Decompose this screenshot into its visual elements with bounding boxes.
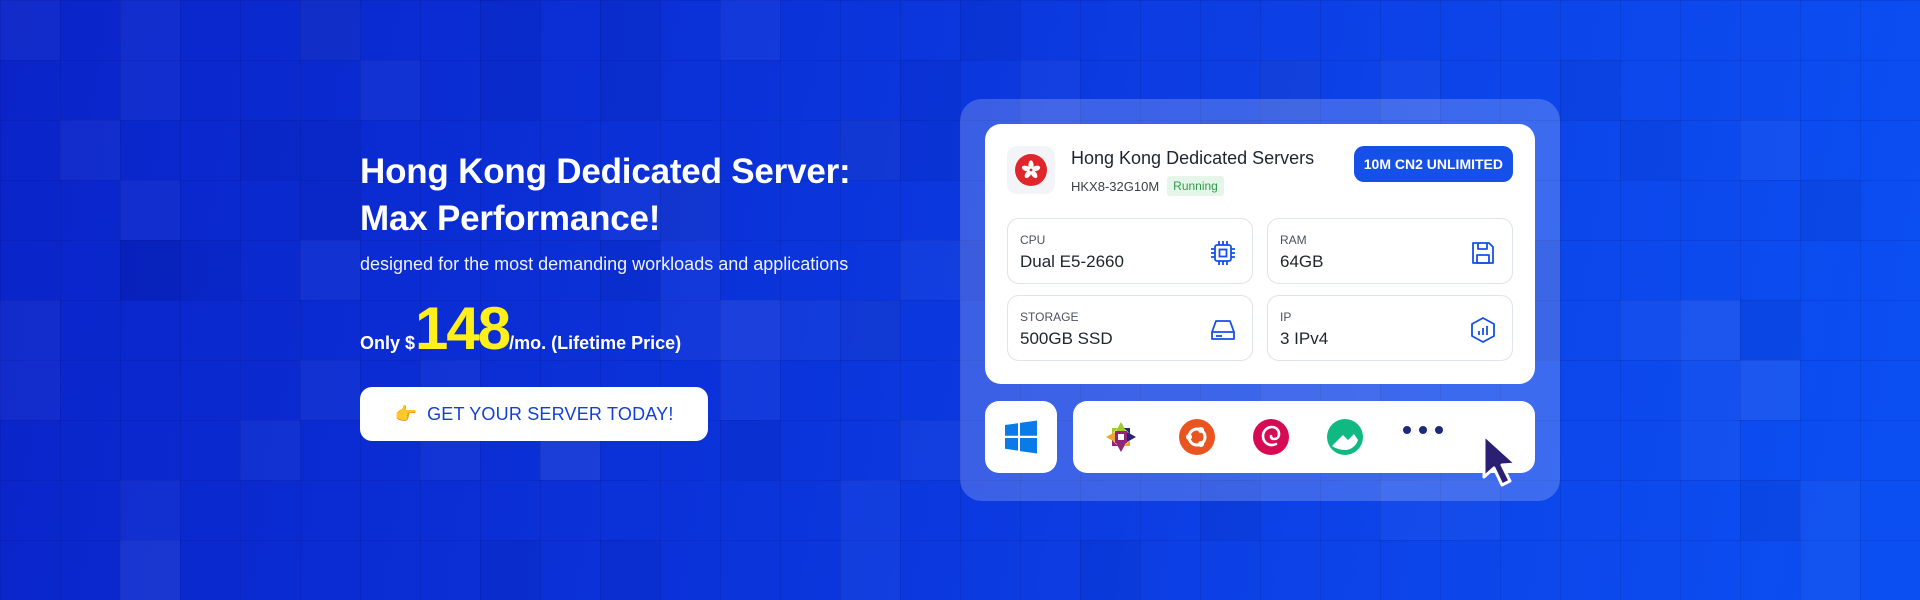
background-tile [120,60,180,120]
background-tile [480,540,540,600]
floppy-disk-icon [1472,242,1494,264]
background-tile [300,180,360,240]
background-tile [1080,540,1140,600]
windows-icon [1005,420,1037,454]
hard-drive-icon [1211,320,1235,340]
headline-line-2: Max Performance! [360,199,661,238]
price-suffix: /mo. (Lifetime Price) [509,333,682,353]
headline-line-1: Hong Kong Dedicated Server: [360,152,851,191]
headline: Hong Kong Dedicated Server: Max Performa… [360,148,920,242]
background-tile [0,300,60,360]
background-tile [300,240,360,300]
card-subtitle: HKX8-32G10M Running [1071,176,1224,196]
background-tile [480,60,540,120]
background-tile [840,540,900,600]
background-tile [120,540,180,600]
background-tile [1800,480,1860,540]
spec-value: 3 IPv4 [1280,329,1329,348]
card-header: Hong Kong Dedicated Servers HKX8-32G10M … [1007,146,1513,198]
spec-value: Dual E5-2660 [1020,252,1124,271]
spec-storage: STORAGE 500GB SSD [1007,295,1253,361]
background-tile [1560,60,1620,120]
windows-os-option[interactable] [985,401,1057,473]
background-tile [900,60,960,120]
promo-section: Hong Kong Dedicated Server: Max Performa… [360,148,920,441]
background-tile [1800,540,1860,600]
background-tile [1680,360,1740,420]
background-tile [1740,480,1800,540]
server-card: Hong Kong Dedicated Servers HKX8-32G10M … [985,124,1535,384]
centos-icon[interactable] [1101,417,1141,457]
background-tile [0,360,60,420]
more-icon[interactable] [1403,426,1443,434]
background-tile [1740,120,1800,180]
background-tile [1620,120,1680,180]
background-tile [1740,360,1800,420]
background-tile [120,480,180,540]
spec-cpu: CPU Dual E5-2660 [1007,218,1253,284]
spec-label: STORAGE [1020,310,1079,324]
server-model: HKX8-32G10M [1071,178,1160,194]
spec-label: IP [1280,310,1292,324]
background-tile [300,360,360,420]
price-row: Only $ 148 /mo. (Lifetime Price) [360,299,920,359]
background-tile [1680,420,1740,480]
spec-label: CPU [1020,233,1046,247]
background-tile [480,0,540,60]
background-tile [600,540,660,600]
cursor-pointer-icon [1482,433,1518,487]
subheadline: designed for the most demanding workload… [360,254,849,274]
get-server-button[interactable]: 👉 GET YOUR SERVER TODAY! [360,387,708,441]
background-tile [240,120,300,180]
background-tile [600,60,660,120]
cta-label: GET YOUR SERVER TODAY! [427,403,674,424]
background-tile [120,540,180,600]
server-preview-frame: Hong Kong Dedicated Servers HKX8-32G10M … [960,99,1560,501]
background-tile [180,240,240,300]
background-tile [300,0,360,60]
spec-ip: IP 3 IPv4 [1267,295,1513,361]
bandwidth-badge: 10M CN2 UNLIMITED [1353,146,1513,182]
background-tile [120,240,180,300]
background-tile [120,180,180,240]
background-tile [360,60,420,120]
spec-value: 500GB SSD [1020,329,1113,348]
background-tile [300,0,360,60]
background-tile [60,120,120,180]
cpu-chip-icon [1211,241,1235,265]
card-title: Hong Kong Dedicated Servers [1071,148,1315,168]
background-tile [1620,300,1680,360]
rocky-linux-icon[interactable] [1325,417,1365,457]
background-tile [240,420,300,480]
spec-value: 64GB [1280,252,1324,271]
background-tile [720,0,780,60]
background-tile [1680,300,1740,360]
background-tile [1680,300,1740,360]
background-tile [1740,300,1800,360]
background-tile [120,240,180,300]
background-tile [1740,360,1800,420]
os-selection-bar [1073,401,1535,473]
status-badge: Running [1167,176,1224,196]
network-hexagon-icon [1471,317,1495,343]
background-tile [300,120,360,180]
spec-label: RAM [1280,233,1307,247]
price-value: 148 [415,295,511,362]
background-tile [600,0,660,60]
background-tile [840,480,900,540]
background-tile [960,0,1020,60]
debian-icon[interactable] [1251,417,1291,457]
price-prefix: Only $ [360,333,416,353]
background-tile [120,0,180,60]
background-tile [1800,180,1860,240]
background-tile [0,0,60,60]
spec-ram: RAM 64GB [1267,218,1513,284]
ubuntu-icon[interactable] [1177,417,1217,457]
hong-kong-flag-icon [1007,146,1055,194]
pointing-hand-icon: 👉 [394,403,418,424]
